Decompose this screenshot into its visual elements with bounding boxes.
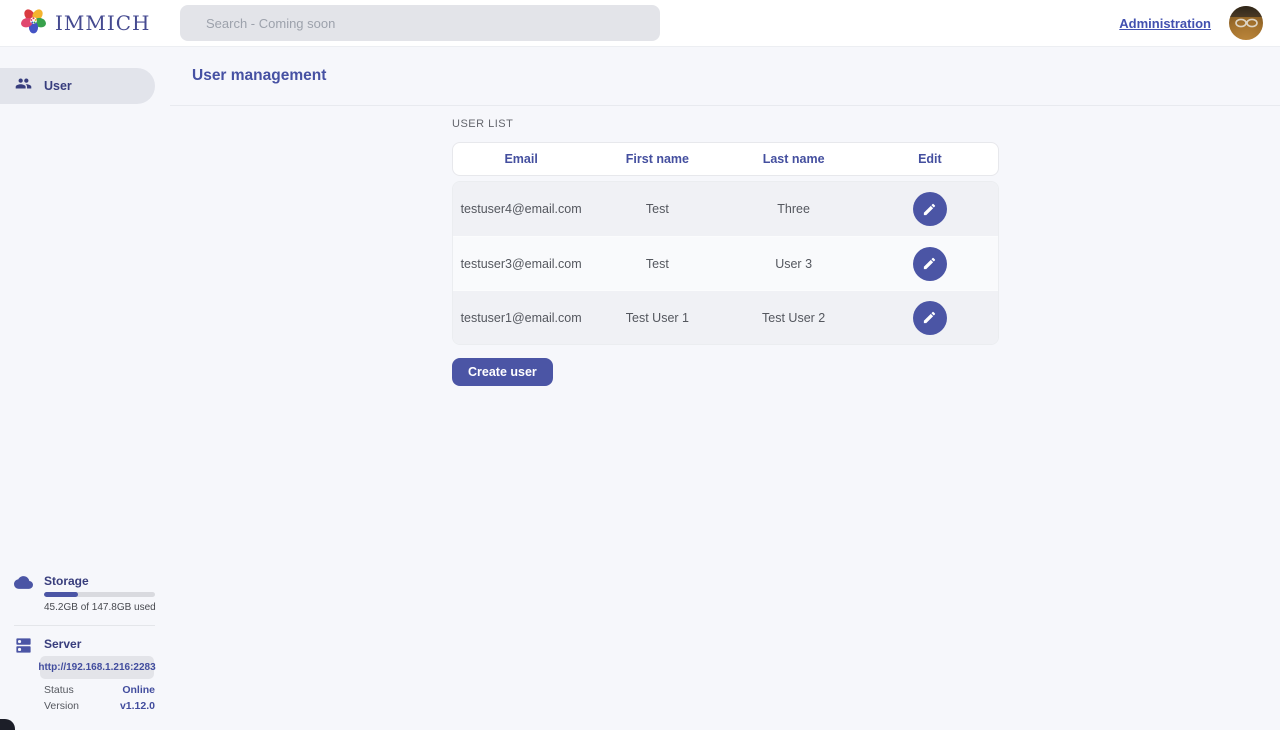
- user-first-name: Test: [589, 257, 725, 271]
- app-name: IMMICH: [55, 11, 151, 35]
- storage-title: Storage: [44, 574, 89, 588]
- avatar[interactable]: [1229, 6, 1263, 40]
- user-last-name: Three: [726, 202, 862, 216]
- main-content: User management USER LIST Email First na…: [170, 47, 1280, 730]
- column-header-first-name: First name: [589, 152, 725, 166]
- server-status-label: Status: [44, 684, 74, 696]
- page-title: User management: [192, 67, 326, 85]
- user-first-name: Test: [589, 202, 725, 216]
- server-title: Server: [44, 637, 81, 651]
- search-input[interactable]: [180, 5, 660, 41]
- storage-usage-text: 45.2GB of 147.8GB used: [44, 602, 156, 613]
- edit-user-button[interactable]: [913, 301, 947, 335]
- edit-user-button[interactable]: [913, 247, 947, 281]
- user-email: testuser4@email.com: [453, 202, 589, 216]
- server-icon: [14, 636, 33, 660]
- administration-link[interactable]: Administration: [1119, 16, 1211, 31]
- table-row: testuser4@email.com Test Three: [453, 182, 998, 236]
- pencil-icon: [922, 256, 937, 271]
- top-navbar: IMMICH Administration: [0, 0, 1280, 47]
- table-row: testuser1@email.com Test User 1 Test Use…: [453, 290, 998, 344]
- peek-element: [0, 719, 15, 730]
- column-header-edit: Edit: [862, 152, 998, 166]
- user-last-name: User 3: [726, 257, 862, 271]
- user-last-name: Test User 2: [726, 311, 862, 325]
- column-header-email: Email: [453, 152, 589, 166]
- server-url: http://192.168.1.216:2283: [40, 656, 154, 679]
- create-user-button[interactable]: Create user: [452, 358, 553, 386]
- users-icon: [15, 75, 32, 97]
- user-email: testuser1@email.com: [453, 311, 589, 325]
- server-status-value: Online: [122, 684, 155, 696]
- immich-flower-icon: [20, 7, 47, 39]
- sidebar-item-users[interactable]: User: [0, 68, 155, 104]
- sidebar-item-label: User: [44, 79, 72, 93]
- column-header-last-name: Last name: [726, 152, 862, 166]
- pencil-icon: [922, 310, 937, 325]
- cloud-icon: [14, 573, 33, 597]
- server-version-value: v1.12.0: [120, 700, 155, 712]
- user-table: testuser4@email.com Test Three testuser3…: [452, 181, 999, 345]
- user-email: testuser3@email.com: [453, 257, 589, 271]
- sidebar-divider: [14, 625, 155, 626]
- user-first-name: Test User 1: [589, 311, 725, 325]
- user-table-header: Email First name Last name Edit: [452, 142, 999, 176]
- storage-progress-bar: [44, 592, 155, 597]
- user-list-section: USER LIST Email First name Last name Edi…: [452, 118, 999, 386]
- user-list-section-title: USER LIST: [452, 118, 999, 130]
- page-title-bar: User management: [170, 47, 1280, 106]
- storage-progress-fill: [44, 592, 78, 597]
- edit-user-button[interactable]: [913, 192, 947, 226]
- sidebar: User Storage 45.2GB of 147.8GB used Serv…: [0, 47, 170, 730]
- app-logo[interactable]: IMMICH: [0, 7, 151, 39]
- table-row: testuser3@email.com Test User 3: [453, 236, 998, 290]
- server-version-label: Version: [44, 700, 79, 712]
- pencil-icon: [922, 202, 937, 217]
